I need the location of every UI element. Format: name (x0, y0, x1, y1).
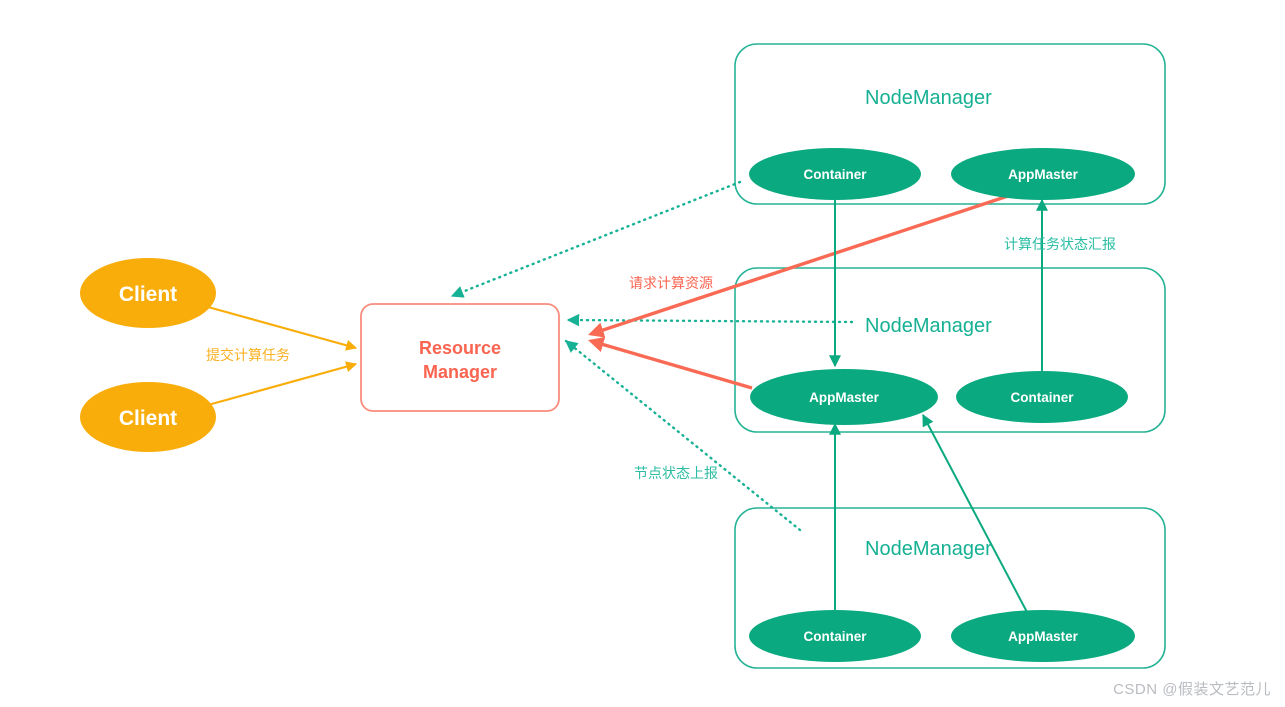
container-label-2: Container (1010, 390, 1074, 405)
diagram-canvas: Client Client Resource Manager NodeManag… (0, 0, 1285, 707)
resource-manager-label-line1: Resource (419, 338, 501, 358)
container-label-1: Container (803, 167, 867, 182)
edge-label-node-status-report: 节点状态上报 (634, 465, 718, 481)
edge-nm2-status-to-rm (566, 313, 854, 327)
appmaster-label-1: AppMaster (1008, 167, 1079, 182)
edge-label-submit-task: 提交计算任务 (206, 347, 290, 363)
edge-label-task-status-report: 计算任务状态汇报 (1004, 236, 1116, 252)
nodemanager-label-1: NodeManager (865, 87, 992, 109)
edge-client2-to-rm (207, 361, 358, 407)
architecture-diagram: Client Client Resource Manager NodeManag… (80, 43, 1166, 669)
appmaster-label-3: AppMaster (1008, 629, 1079, 644)
container-label-3: Container (803, 629, 867, 644)
resource-manager-label-line2: Manager (423, 362, 497, 382)
edge-appmaster2-request-rm (587, 336, 753, 390)
edge-client1-to-rm (207, 305, 358, 351)
client-label-1: Client (119, 283, 177, 306)
edge-label-request-resource: 请求计算资源 (629, 275, 713, 291)
nodemanager-label-3: NodeManager (865, 538, 992, 560)
appmaster-label-2: AppMaster (809, 390, 880, 405)
client-label-2: Client (119, 407, 177, 430)
csdn-watermark: CSDN @假装文艺范儿 (1113, 681, 1271, 698)
edge-appmaster3-to-appmaster2 (922, 413, 1029, 615)
nodemanager-label-2: NodeManager (865, 315, 992, 337)
edge-appmaster1-request-rm (588, 194, 1009, 338)
